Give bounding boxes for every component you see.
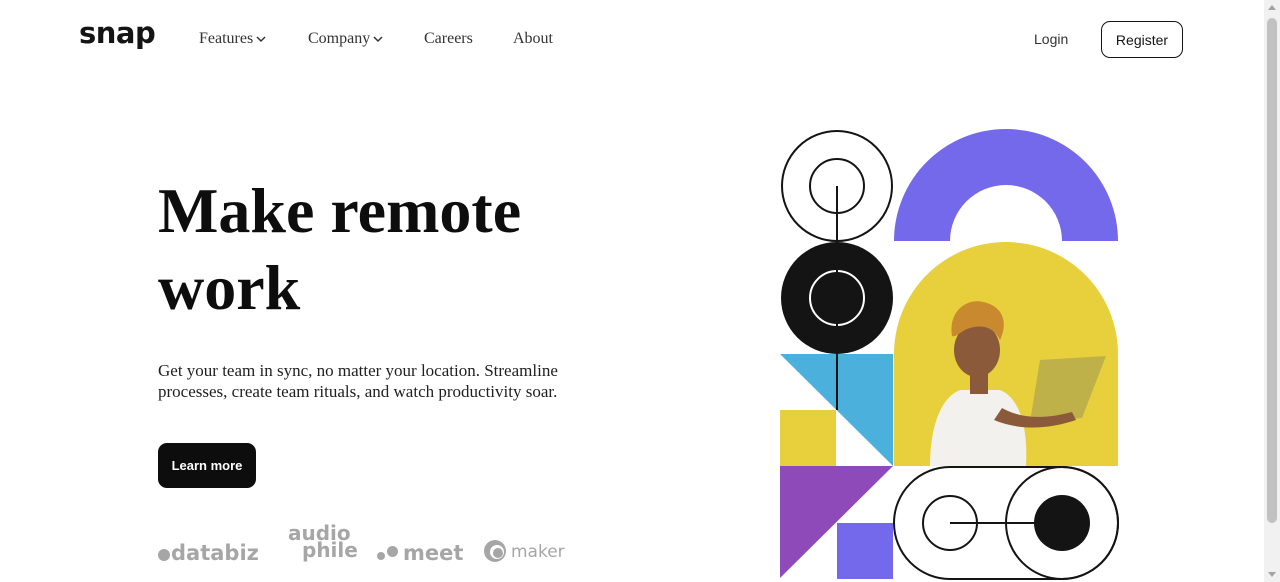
snap-logo[interactable]: snap [79,16,156,50]
purple-square-shape [837,523,893,579]
maker-logo: maker [483,539,565,563]
nav-company[interactable]: Company [308,30,384,48]
audiophile-line2: phile [302,538,358,562]
person-photo [894,242,1118,466]
scroll-down-icon[interactable] [1268,572,1276,577]
nav-features[interactable]: Features [199,30,267,48]
nav-careers[interactable]: Careers [424,30,473,48]
nav-careers-label: Careers [424,30,473,47]
hero-description: Get your team in sync, no matter your lo… [158,361,558,401]
client-logos: databiz audio phile meet maker [158,523,578,570]
chevron-down-icon [256,36,266,43]
maker-circle-icon [484,540,506,562]
hero-title-line1: Make remote [158,175,522,246]
meet-logo-text: meet [403,541,464,565]
nav-about[interactable]: About [513,30,553,48]
yellow-square-shape [780,410,836,466]
nav-about-label: About [513,30,553,47]
black-dot-shape [1034,495,1090,551]
databiz-logo-text: databiz [171,541,259,565]
chevron-down-icon [373,36,383,43]
databiz-logo: databiz [158,541,259,565]
learn-more-button[interactable]: Learn more [158,443,256,488]
audiophile-logo: audio phile [288,523,358,562]
nav-features-label: Features [199,30,254,47]
purple-arch-shape [894,129,1118,241]
top-nav: snap Features Company Careers About Logi… [0,0,1264,80]
maker-logo-text: maker [511,542,565,562]
meet-dot-icon [387,546,398,557]
nav-company-label: Company [308,30,371,47]
scroll-up-icon[interactable] [1268,5,1276,10]
scrollbar[interactable] [1264,0,1280,582]
hero-title-line2: work [158,252,301,323]
scrollbar-thumb[interactable] [1267,18,1277,523]
databiz-dot-icon [158,549,170,561]
register-button[interactable]: Register [1101,21,1183,58]
hero-illustration [780,129,1119,580]
login-link[interactable]: Login [1034,31,1068,47]
meet-logo: meet [377,541,463,565]
meet-dot-icon [377,552,385,560]
hero-title: Make remote work [158,172,608,326]
